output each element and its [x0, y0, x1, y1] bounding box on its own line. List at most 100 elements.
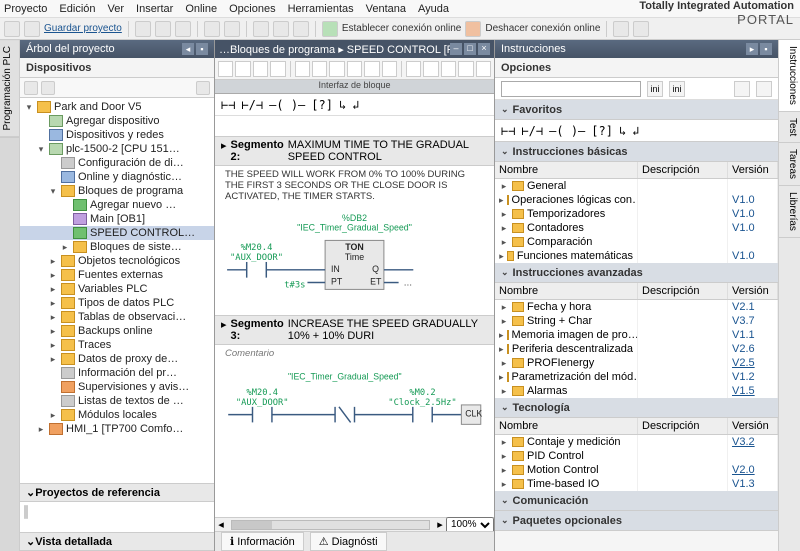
project-tree[interactable]: ▾Park and Door V5Agregar dispositivoDisp… [20, 98, 214, 483]
compile-icon[interactable] [253, 21, 269, 37]
paste-icon[interactable] [175, 21, 191, 37]
branch-close-icon[interactable]: ↲ [352, 98, 359, 112]
instruction-row[interactable]: ▸Fecha y horaV2.1 [495, 300, 778, 314]
tree-item[interactable]: ▸Objetos tecnológicos [20, 254, 214, 268]
ladder-editor[interactable]: ▸Segmento 2:MAXIMUM TIME TO THE GRADUAL … [215, 116, 494, 517]
instruction-row[interactable]: ▸General [495, 179, 778, 193]
go-offline-label[interactable]: Deshacer conexión online [485, 23, 600, 34]
close-icon[interactable]: × [478, 43, 490, 55]
instruction-row[interactable]: ▸Operaciones lógicas con…V1.0 [495, 193, 778, 207]
side-tab-plc-programming[interactable]: Programación PLC [0, 40, 19, 137]
instruction-row[interactable]: ▸Time-based IOV1.3 [495, 477, 778, 491]
tree-item[interactable]: ▾Park and Door V5 [20, 100, 214, 114]
menu-online[interactable]: Online [185, 3, 217, 15]
instruction-row[interactable]: ▸PROFIenergyV2.5 [495, 356, 778, 370]
go-online-label[interactable]: Establecer conexión online [342, 23, 462, 34]
go-online-icon[interactable] [322, 21, 338, 37]
contact-no-icon[interactable]: ⊢⊣ [221, 98, 235, 112]
new-project-icon[interactable] [4, 21, 20, 37]
instruction-row[interactable]: ▸Contaje y mediciónV3.2 [495, 435, 778, 449]
pin-icon[interactable]: ▪ [196, 43, 208, 55]
tree-item[interactable]: Supervisiones y avis… [20, 380, 214, 394]
editor-tb-icon[interactable] [270, 61, 285, 77]
pin-right-icon[interactable]: ▪ [760, 43, 772, 55]
maximize-icon[interactable]: □ [464, 43, 476, 55]
tree-item[interactable]: ▸Fuentes externas [20, 268, 214, 282]
contact-nc-icon[interactable]: ⊢/⊣ [241, 98, 263, 112]
fav-contact-no-icon[interactable]: ⊢⊣ [501, 124, 515, 138]
tree-item[interactable]: Listas de textos de … [20, 394, 214, 408]
editor-tb-icon[interactable] [253, 61, 268, 77]
opt-icon[interactable] [756, 81, 772, 97]
options-header[interactable]: Opciones [495, 58, 778, 78]
save-project-button[interactable]: Guardar proyecto [44, 23, 122, 34]
editor-tb-icon[interactable] [295, 61, 310, 77]
detail-view-header[interactable]: ⌄Vista detallada [20, 533, 214, 551]
tree-item[interactable]: ▸Módulos locales [20, 408, 214, 422]
redo-icon[interactable] [224, 21, 240, 37]
tree-item[interactable]: ▸Bloques de siste… [20, 240, 214, 254]
section-header[interactable]: ⌄Tecnología [495, 398, 778, 418]
block-interface-bar[interactable]: Interfaz de bloque [215, 80, 494, 94]
tree-item[interactable]: ▸Traces [20, 338, 214, 352]
instruction-row[interactable]: ▸AlarmasV1.5 [495, 384, 778, 398]
menu-proyecto[interactable]: Proyecto [4, 3, 47, 15]
open-project-icon[interactable] [24, 21, 40, 37]
box-icon[interactable]: [?] [311, 98, 333, 112]
menu-opciones[interactable]: Opciones [229, 3, 275, 15]
editor-tb-icon[interactable] [406, 61, 421, 77]
fav-coil-icon[interactable]: –( )– [549, 124, 585, 138]
tree-item[interactable]: ▾plc-1500-2 [CPU 151… [20, 142, 214, 156]
fav-contact-nc-icon[interactable]: ⊢/⊣ [521, 124, 543, 138]
go-offline-icon[interactable] [465, 21, 481, 37]
tree-item[interactable]: ▸Variables PLC [20, 282, 214, 296]
editor-tb-icon[interactable] [441, 61, 456, 77]
tree-item[interactable]: ▸Tipos de datos PLC [20, 296, 214, 310]
editor-tb-icon[interactable] [347, 61, 362, 77]
filter-icon[interactable]: ini [647, 81, 663, 97]
instructions-panel[interactable]: ⌄Instrucciones básicasNombreDescripciónV… [495, 142, 778, 551]
instruction-row[interactable]: ▸TemporizadoresV1.0 [495, 207, 778, 221]
section-header[interactable]: ⌄Paquetes opcionales [495, 511, 778, 531]
tree-item[interactable]: Dispositivos y redes [20, 128, 214, 142]
tab-diagnostics[interactable]: ⚠ Diagnósti [310, 532, 387, 551]
tree-item[interactable]: Main [OB1] [20, 212, 214, 226]
editor-tb-icon[interactable] [364, 61, 379, 77]
instruction-row[interactable]: ▸Funciones matemáticasV1.0 [495, 249, 778, 263]
tree-item[interactable]: Agregar dispositivo [20, 114, 214, 128]
editor-tb-icon[interactable] [458, 61, 473, 77]
editor-tb-icon[interactable] [423, 61, 438, 77]
opt-icon[interactable] [734, 81, 750, 97]
undo-icon[interactable] [204, 21, 220, 37]
instruction-row[interactable]: ▸Motion ControlV2.0 [495, 463, 778, 477]
copy-icon[interactable] [155, 21, 171, 37]
section-header[interactable]: ⌄Comunicación [495, 491, 778, 511]
section-header[interactable]: ⌄Instrucciones básicas [495, 142, 778, 162]
expand-all-icon[interactable] [24, 81, 38, 95]
side-tab-test[interactable]: Test [779, 112, 800, 143]
instruction-row[interactable]: ▸String + CharV3.7 [495, 314, 778, 328]
collapse-icon[interactable]: ◂ [182, 43, 194, 55]
menu-insertar[interactable]: Insertar [136, 3, 173, 15]
menu-ventana[interactable]: Ventana [366, 3, 406, 15]
tree-item[interactable]: Agregar nuevo … [20, 198, 214, 212]
tree-settings-icon[interactable] [196, 81, 210, 95]
editor-scrollbar[interactable]: ◂ ▸ 100% [215, 517, 494, 531]
sort-icon[interactable]: ini [669, 81, 685, 97]
section-header[interactable]: ⌄Instrucciones avanzadas [495, 263, 778, 283]
segment-2-header[interactable]: ▸Segmento 2:MAXIMUM TIME TO THE GRADUAL … [215, 136, 494, 166]
instruction-row[interactable]: ▸ContadoresV1.0 [495, 221, 778, 235]
instruction-row[interactable]: ▸PID Control [495, 449, 778, 463]
instruction-search-input[interactable] [501, 81, 641, 97]
editor-tb-icon[interactable] [235, 61, 250, 77]
fav-branch-close-icon[interactable]: ↲ [632, 124, 639, 138]
tree-item[interactable]: ▸Tablas de observaci… [20, 310, 214, 324]
reference-projects-header[interactable]: ⌄Proyectos de referencia [20, 484, 214, 502]
instruction-row[interactable]: ▸Periferia descentralizadaV2.6 [495, 342, 778, 356]
remove-ref-icon[interactable] [26, 505, 28, 519]
menu-ver[interactable]: Ver [108, 3, 125, 15]
editor-tb-icon[interactable] [382, 61, 397, 77]
editor-tb-icon[interactable] [312, 61, 327, 77]
side-tab-instrucciones[interactable]: Instrucciones [779, 40, 800, 112]
minimize-icon[interactable]: – [450, 43, 462, 55]
